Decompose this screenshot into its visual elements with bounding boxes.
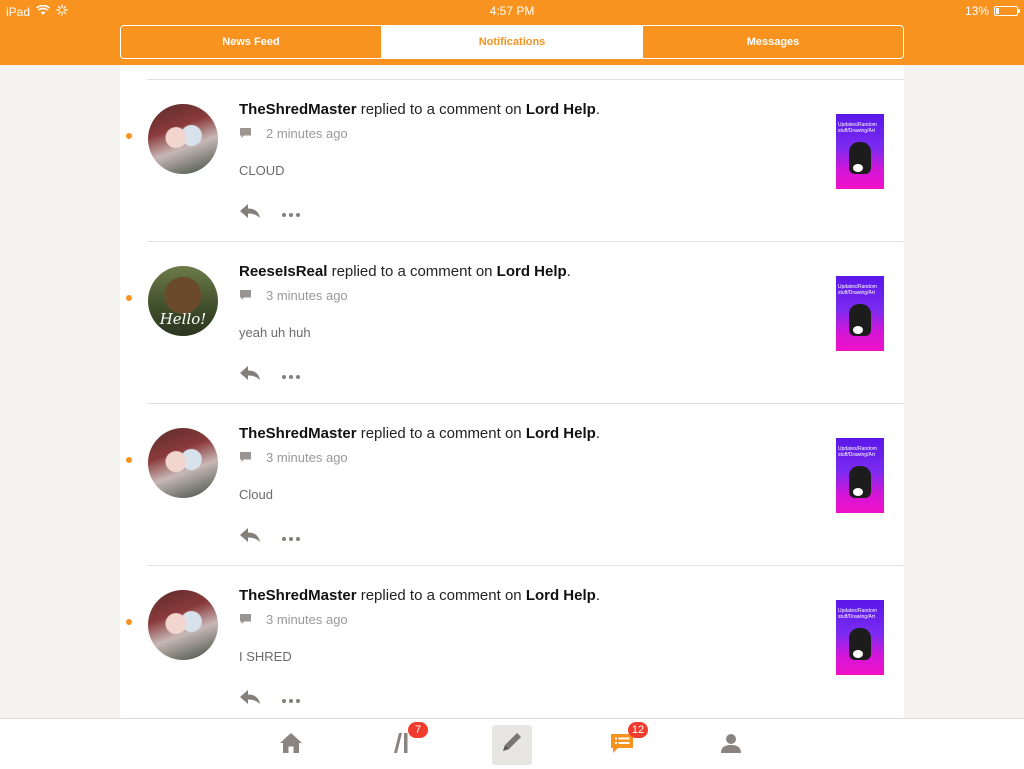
notification-actions <box>239 689 301 710</box>
notification-headline: TheShredMaster replied to a comment on L… <box>239 587 600 604</box>
action-text: replied to a comment on <box>331 263 493 280</box>
period: . <box>595 587 600 604</box>
notification-actions <box>239 527 301 548</box>
avatar[interactable] <box>148 104 218 174</box>
library-badge: 7 <box>408 722 428 738</box>
notifications-tab[interactable]: 12 <box>602 722 648 765</box>
comment-text: I SHRED <box>239 649 292 664</box>
story-cover-thumbnail[interactable]: Updates/Random stuff/Drawing/Art <box>836 438 884 513</box>
username-link[interactable]: TheShredMaster <box>239 587 357 604</box>
period: . <box>566 263 571 280</box>
cover-text: Updates/Random stuff/Drawing/Art <box>838 608 877 620</box>
reply-icon[interactable] <box>239 527 261 548</box>
notification-meta: 3 minutes ago <box>239 612 348 627</box>
avatar[interactable] <box>148 428 218 498</box>
story-link[interactable]: Lord Help <box>526 587 596 604</box>
notification-meta: 3 minutes ago <box>239 288 348 303</box>
story-cover-thumbnail[interactable]: Updates/Random stuff/Drawing/Art <box>836 276 884 351</box>
segmented-tabs: News Feed Notifications Messages <box>120 25 904 59</box>
reply-icon[interactable] <box>239 689 261 710</box>
status-bar: iPad 4:57 PM 13% <box>0 0 1024 22</box>
library-tab[interactable]: 7 <box>382 722 428 765</box>
avatar[interactable]: Hello! <box>148 266 218 336</box>
unread-indicator <box>126 295 132 301</box>
bottom-tab-bar: 7 12 <box>0 718 1024 769</box>
action-text: replied to a comment on <box>360 587 522 604</box>
home-icon <box>278 731 304 760</box>
comment-icon <box>239 451 252 464</box>
username-link[interactable]: ReeseIsReal <box>239 263 327 280</box>
comment-icon <box>239 613 252 626</box>
reply-icon[interactable] <box>239 365 261 386</box>
story-cover-thumbnail[interactable]: Updates/Random stuff/Drawing/Art <box>836 114 884 189</box>
cover-figure <box>849 304 871 336</box>
notification-actions <box>239 365 301 386</box>
more-options-icon[interactable] <box>281 691 301 709</box>
notification-feed[interactable]: TheShredMaster replied to a comment on L… <box>120 65 904 718</box>
header: News Feed Notifications Messages <box>0 22 1024 65</box>
story-cover-thumbnail[interactable]: Updates/Random stuff/Drawing/Art <box>836 600 884 675</box>
period: . <box>595 425 600 442</box>
more-options-icon[interactable] <box>281 529 301 547</box>
comment-text: Cloud <box>239 487 273 502</box>
timestamp: 3 minutes ago <box>266 612 348 627</box>
comment-icon <box>239 289 252 302</box>
notification-item[interactable]: Hello! ReeseIsReal replied to a comment … <box>120 242 904 404</box>
notification-meta: 3 minutes ago <box>239 450 348 465</box>
story-link[interactable]: Lord Help <box>526 101 596 118</box>
notification-headline: TheShredMaster replied to a comment on L… <box>239 425 600 442</box>
avatar[interactable] <box>148 590 218 660</box>
more-options-icon[interactable] <box>281 367 301 385</box>
timestamp: 2 minutes ago <box>266 126 348 141</box>
profile-tab[interactable] <box>711 725 751 765</box>
cover-figure <box>849 466 871 498</box>
action-text: replied to a comment on <box>360 101 522 118</box>
comment-text: yeah uh huh <box>239 325 311 340</box>
tab-news-feed[interactable]: News Feed <box>121 26 381 58</box>
notification-actions <box>239 203 301 224</box>
status-right: 13% <box>964 4 1020 18</box>
username-link[interactable]: TheShredMaster <box>239 425 357 442</box>
story-link[interactable]: Lord Help <box>497 263 567 280</box>
cover-figure <box>849 628 871 660</box>
battery-percent: 13% <box>964 4 989 18</box>
battery-icon <box>994 6 1020 16</box>
reply-icon[interactable] <box>239 203 261 224</box>
timestamp: 3 minutes ago <box>266 288 348 303</box>
comment-icon <box>239 127 252 140</box>
cover-text: Updates/Random stuff/Drawing/Art <box>838 284 877 296</box>
notifications-badge: 12 <box>628 722 648 738</box>
cover-text: Updates/Random stuff/Drawing/Art <box>838 446 877 458</box>
comment-text: CLOUD <box>239 163 285 178</box>
unread-indicator <box>126 133 132 139</box>
status-time: 4:57 PM <box>489 4 535 18</box>
notification-item[interactable]: TheShredMaster replied to a comment on L… <box>120 404 904 566</box>
story-link[interactable]: Lord Help <box>526 425 596 442</box>
write-tab[interactable] <box>492 725 532 765</box>
notification-item[interactable]: TheShredMaster replied to a comment on L… <box>120 80 904 242</box>
action-text: replied to a comment on <box>360 425 522 442</box>
period: . <box>595 101 600 118</box>
profile-icon <box>718 731 744 760</box>
cover-figure <box>849 142 871 174</box>
unread-indicator <box>126 457 132 463</box>
pencil-icon <box>499 731 525 760</box>
username-link[interactable]: TheShredMaster <box>239 101 357 118</box>
tab-messages[interactable]: Messages <box>642 26 903 58</box>
battery-level <box>996 8 999 14</box>
notification-meta: 2 minutes ago <box>239 126 348 141</box>
timestamp: 3 minutes ago <box>266 450 348 465</box>
more-options-icon[interactable] <box>281 205 301 223</box>
notification-item[interactable]: TheShredMaster replied to a comment on L… <box>120 566 904 718</box>
avatar-caption: Hello! <box>159 310 207 328</box>
notification-headline: TheShredMaster replied to a comment on L… <box>239 101 600 118</box>
unread-indicator <box>126 619 132 625</box>
notification-headline: ReeseIsReal replied to a comment on Lord… <box>239 263 571 280</box>
cover-text: Updates/Random stuff/Drawing/Art <box>838 122 877 134</box>
home-tab[interactable] <box>271 725 311 765</box>
tab-notifications[interactable]: Notifications <box>381 26 642 58</box>
